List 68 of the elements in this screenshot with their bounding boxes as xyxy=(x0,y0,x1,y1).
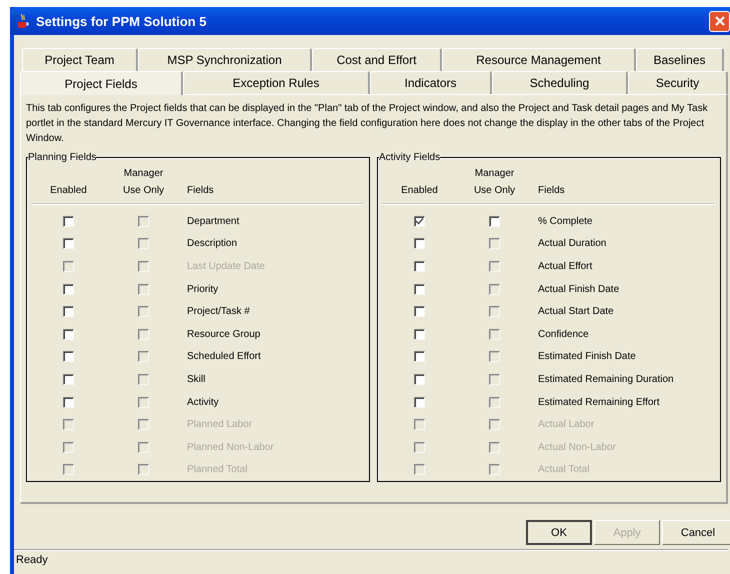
checkbox[interactable] xyxy=(414,216,425,227)
field-label: Project/Task # xyxy=(186,306,251,318)
dialog-button[interactable]: OK xyxy=(526,520,592,545)
tab[interactable]: Cost and Effort xyxy=(312,48,442,71)
cup-icon xyxy=(16,13,30,29)
checkbox[interactable] xyxy=(414,351,425,362)
checkbox[interactable] xyxy=(63,238,74,250)
tab[interactable]: Baselines xyxy=(636,48,724,71)
dialog-button[interactable]: Cancel xyxy=(662,520,730,545)
checkbox[interactable] xyxy=(63,284,74,295)
column-header: Manager Use Only xyxy=(122,167,166,198)
column-header: Enabled xyxy=(400,184,439,198)
description-text: This tab configures the Project fields that can be displayed in the "Plan" tab of the Project window, and also the Project and Task detail pages and My Task portlet in the standard Mercury IT Governance interface. Changing the field configuration here does not change the display in the other tabs of the Project Window. xyxy=(26,102,709,146)
checkbox[interactable] xyxy=(414,260,425,272)
checkbox[interactable] xyxy=(63,396,74,408)
column-header: Fields xyxy=(186,184,215,198)
field-label: Scheduled Effort xyxy=(186,351,262,362)
window-title: Settings for PPM Solution 5 xyxy=(36,14,206,28)
column-header: Enabled xyxy=(49,184,88,198)
field-label: % Complete xyxy=(537,216,594,227)
field-label: Planned Non-Labor xyxy=(186,442,275,453)
field-label: Last Update Date xyxy=(186,260,266,272)
field-label: Priority xyxy=(186,284,220,295)
field-label: Planned Total xyxy=(186,464,248,476)
checkbox[interactable] xyxy=(63,328,74,340)
tab[interactable]: Security xyxy=(628,71,728,94)
checkbox[interactable] xyxy=(63,216,74,227)
column-header: Fields xyxy=(537,184,566,198)
field-label: Department xyxy=(186,216,240,227)
close-button[interactable] xyxy=(709,10,730,32)
checkbox[interactable] xyxy=(489,216,500,227)
tab[interactable]: Scheduling xyxy=(492,71,628,94)
checkbox[interactable] xyxy=(414,238,425,250)
checkbox[interactable] xyxy=(414,306,425,318)
tab[interactable]: Resource Management xyxy=(442,48,636,71)
checkbox[interactable] xyxy=(63,374,74,385)
checkbox[interactable] xyxy=(63,306,74,318)
field-label: Actual Finish Date xyxy=(537,284,620,295)
status-text: Ready xyxy=(16,554,48,566)
column-header: Manager Use Only xyxy=(472,167,516,198)
checkbox[interactable] xyxy=(63,351,74,362)
field-label: Actual Total xyxy=(537,464,591,476)
field-label: Actual Labor xyxy=(537,419,596,430)
tab[interactable]: Exception Rules xyxy=(183,71,370,94)
field-label: Confidence xyxy=(537,328,590,340)
field-label: Estimated Finish Date xyxy=(537,351,637,362)
field-label: Actual Start Date xyxy=(537,306,615,318)
field-label: Planned Labor xyxy=(186,419,254,430)
field-label: Skill xyxy=(186,374,206,385)
checkbox[interactable] xyxy=(414,328,425,340)
tab[interactable]: Indicators xyxy=(370,71,492,94)
close-icon xyxy=(712,14,726,28)
tab[interactable]: Project Fields xyxy=(20,71,183,95)
field-label: Actual Effort xyxy=(537,260,594,272)
field-label: Description xyxy=(186,238,238,250)
group-title: Activity Fields xyxy=(379,152,440,163)
group-title: Planning Fields xyxy=(28,152,96,163)
field-label: Actual Non-Labor xyxy=(537,442,617,453)
checkbox[interactable] xyxy=(414,374,425,385)
field-label: Actual Duration xyxy=(537,238,608,250)
field-label: Resource Group xyxy=(186,328,262,340)
checkbox[interactable] xyxy=(414,284,425,295)
tab[interactable]: MSP Synchronization xyxy=(138,48,312,71)
field-label: Estimated Remaining Effort xyxy=(537,396,661,408)
checkbox[interactable] xyxy=(414,396,425,408)
tab[interactable]: Project Team xyxy=(22,48,138,71)
field-label: Estimated Remaining Duration xyxy=(537,374,675,385)
field-label: Activity xyxy=(186,396,220,408)
